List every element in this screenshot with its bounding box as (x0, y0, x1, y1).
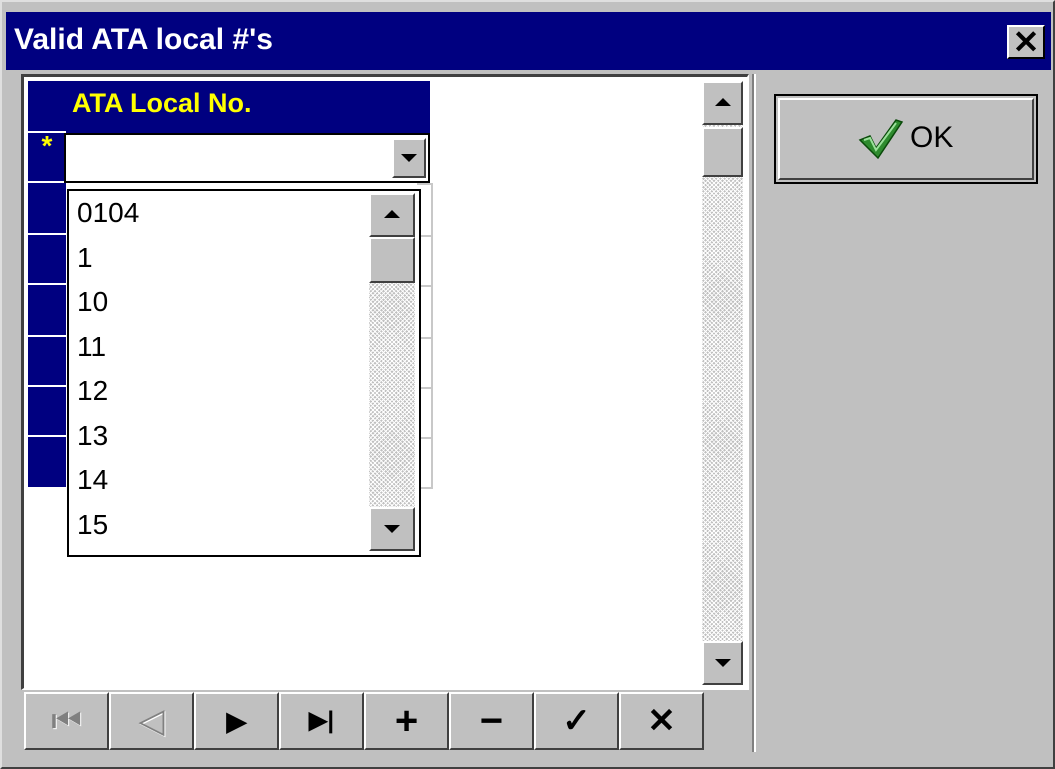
scroll-down-button[interactable] (702, 641, 743, 685)
new-row-marker: * (41, 130, 53, 161)
close-icon: ✕ (1012, 24, 1040, 60)
scroll-thumb[interactable] (369, 237, 415, 283)
title-bar: Valid ATA local #'s ✕ (6, 12, 1051, 70)
dropdown-items: 0104 1 10 11 12 13 14 15 (69, 191, 369, 547)
window-title: Valid ATA local #'s (14, 23, 273, 56)
db-navigator: ⏮ ◁ ▶ ▶| + − ✓ ✕ (24, 692, 749, 750)
nav-insert-button[interactable]: + (364, 692, 449, 750)
row-indicator[interactable] (28, 337, 66, 387)
arrow-down-icon (714, 659, 731, 667)
chevron-down-icon (401, 154, 417, 162)
row-indicator[interactable] (28, 235, 66, 285)
nav-last-button[interactable]: ▶| (279, 692, 364, 750)
arrow-up-icon (714, 98, 731, 106)
ata-local-no-combo[interactable] (64, 133, 430, 183)
scroll-thumb[interactable] (702, 127, 743, 177)
list-item[interactable]: 13 (69, 414, 369, 459)
dialog-window: Valid ATA local #'s ✕ * ATA Local No. 01… (0, 0, 1055, 769)
nav-prior-button[interactable]: ◁ (109, 692, 194, 750)
close-button[interactable]: ✕ (1007, 25, 1045, 59)
arrow-down-icon (384, 525, 400, 533)
column-header-label: ATA Local No. (72, 88, 252, 118)
scroll-down-button[interactable] (369, 507, 415, 551)
combo-dropdown-button[interactable] (392, 138, 426, 178)
row-indicator[interactable] (28, 437, 66, 489)
check-icon (858, 119, 904, 160)
row-indicator[interactable] (28, 387, 66, 437)
list-item[interactable]: 11 (69, 325, 369, 370)
ok-button[interactable]: OK (778, 98, 1034, 180)
nav-cancel-button[interactable]: ✕ (619, 692, 704, 750)
ok-button-focus-frame: OK (774, 94, 1038, 184)
list-item[interactable]: 0104 (69, 191, 369, 236)
list-item[interactable]: 12 (69, 369, 369, 414)
nav-post-button[interactable]: ✓ (534, 692, 619, 750)
arrow-up-icon (384, 210, 400, 218)
nav-first-button[interactable]: ⏮ (24, 692, 109, 750)
row-indicator[interactable] (28, 183, 66, 235)
nav-next-button[interactable]: ▶ (194, 692, 279, 750)
list-item[interactable]: 15 (69, 503, 369, 548)
list-item[interactable]: 14 (69, 458, 369, 503)
nav-delete-button[interactable]: − (449, 692, 534, 750)
row-indicator[interactable] (28, 285, 66, 337)
scroll-up-button[interactable] (369, 193, 415, 237)
row-indicator-header (28, 81, 66, 133)
panel-divider (752, 74, 756, 752)
list-item[interactable]: 10 (69, 280, 369, 325)
ok-button-label: OK (910, 121, 954, 154)
grid-line (431, 183, 433, 489)
scroll-up-button[interactable] (702, 81, 743, 125)
list-item[interactable]: 1 (69, 236, 369, 281)
column-header-ata-local-no[interactable]: ATA Local No. (66, 81, 430, 133)
row-indicator-new[interactable]: * (28, 130, 66, 183)
dropdown-vertical-scrollbar[interactable] (369, 193, 415, 551)
ata-local-no-dropdown-list[interactable]: 0104 1 10 11 12 13 14 15 (67, 189, 421, 557)
data-grid: * ATA Local No. 0104 1 10 11 12 13 14 15 (21, 74, 749, 690)
grid-vertical-scrollbar[interactable] (702, 81, 743, 685)
